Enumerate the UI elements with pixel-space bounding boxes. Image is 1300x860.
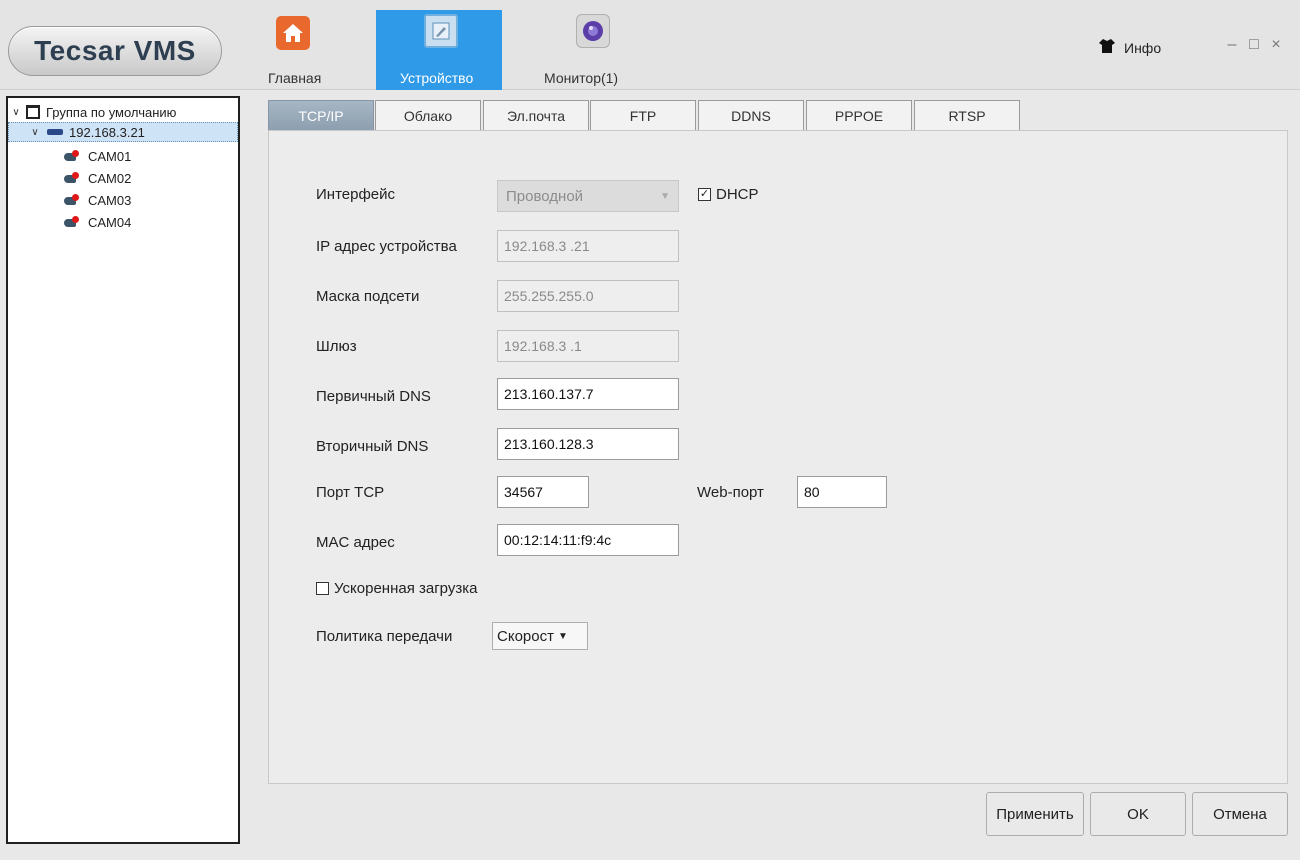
- interface-label: Интерфейс: [316, 186, 396, 203]
- tree-camera-label: CAM02: [88, 170, 132, 186]
- nav-tab-device-label: Устройство: [400, 70, 474, 86]
- tab-pppoe[interactable]: PPPOE: [806, 100, 912, 130]
- home-icon: [276, 16, 310, 50]
- window-controls: – □ ×: [1224, 36, 1284, 54]
- shirt-icon: [1098, 38, 1116, 57]
- chevron-down-icon[interactable]: ∨: [29, 127, 41, 138]
- minimize-icon[interactable]: –: [1224, 36, 1240, 54]
- tree-group-label: Группа по умолчанию: [46, 104, 177, 120]
- mac-address-label: MAC адрес: [316, 534, 395, 551]
- nav-tab-device[interactable]: Устройство: [376, 10, 502, 90]
- caret-down-icon: ▼: [557, 630, 568, 642]
- dhcp-label: DHCP: [716, 186, 759, 203]
- app-logo: Tecsar VMS: [8, 26, 222, 76]
- tab-ddns[interactable]: DDNS: [698, 100, 804, 130]
- chevron-down-icon[interactable]: ∨: [10, 107, 22, 118]
- ip-address-label: IP адрес устройства: [316, 238, 457, 255]
- close-icon[interactable]: ×: [1268, 36, 1284, 54]
- web-port-label: Web-порт: [697, 484, 764, 501]
- chevron-down-icon: ▼: [660, 190, 670, 202]
- tree-camera-label: CAM03: [88, 192, 132, 208]
- interface-select: Проводной ▼: [497, 180, 679, 212]
- tab-email[interactable]: Эл.почта: [483, 100, 589, 130]
- primary-dns-field[interactable]: 213.160.137.7: [497, 378, 679, 410]
- gateway-label: Шлюз: [316, 338, 357, 355]
- ok-button[interactable]: OK: [1090, 792, 1186, 836]
- camera-offline-icon: [64, 194, 82, 206]
- ip-address-field: 192.168.3 .21: [497, 230, 679, 262]
- tree-group-item[interactable]: ∨ Группа по умолчанию: [10, 102, 176, 122]
- fast-load-checkbox[interactable]: Ускоренная загрузка: [316, 580, 477, 597]
- nav-tab-home[interactable]: Главная: [262, 10, 342, 90]
- tcp-port-field[interactable]: 34567: [497, 476, 589, 508]
- mac-address-field[interactable]: 00:12:14:11:f9:4c: [497, 524, 679, 556]
- cancel-button[interactable]: Отмена: [1192, 792, 1288, 836]
- nav-tab-monitor[interactable]: Монитор(1): [536, 10, 656, 90]
- interface-value: Проводной: [506, 187, 584, 205]
- tcp-port-label: Порт TCP: [316, 484, 385, 501]
- device-tree: ∨ Группа по умолчанию ∨ 192.168.3.21 CAM…: [6, 96, 240, 844]
- monitor-camera-icon: [576, 14, 610, 48]
- title-bar: Tecsar VMS Главная Устройство Монитор(1)…: [0, 0, 1300, 90]
- info-label: Инфо: [1124, 39, 1162, 56]
- web-port-field[interactable]: 80: [797, 476, 887, 508]
- camera-offline-icon: [64, 216, 82, 228]
- transfer-policy-label: Политика передачи: [316, 628, 453, 645]
- subnet-mask-field: 255.255.255.0: [497, 280, 679, 312]
- secondary-dns-field[interactable]: 213.160.128.3: [497, 428, 679, 460]
- nav-tab-monitor-label: Монитор(1): [544, 70, 619, 86]
- fast-load-label: Ускоренная загрузка: [334, 580, 478, 597]
- network-device-icon: [47, 129, 63, 135]
- apply-button[interactable]: Применить: [986, 792, 1084, 836]
- tree-camera-label: CAM01: [88, 148, 132, 164]
- camera-offline-icon: [64, 150, 82, 162]
- tree-camera-item[interactable]: CAM04: [64, 212, 131, 232]
- tree-device-label: 192.168.3.21: [69, 124, 145, 140]
- tab-ftp[interactable]: FTP: [590, 100, 696, 130]
- checkbox-unchecked-icon: [316, 582, 329, 595]
- group-icon: [26, 105, 40, 119]
- camera-offline-icon: [64, 172, 82, 184]
- checkbox-checked-icon: ✓: [698, 188, 711, 201]
- tree-device-item[interactable]: ∨ 192.168.3.21: [8, 122, 238, 142]
- tab-tcpip[interactable]: TCP/IP: [268, 100, 374, 130]
- maximize-icon[interactable]: □: [1246, 36, 1262, 54]
- dhcp-checkbox[interactable]: ✓ DHCP: [698, 186, 759, 203]
- subnet-mask-label: Маска подсети: [316, 288, 420, 305]
- tree-camera-item[interactable]: CAM03: [64, 190, 131, 210]
- transfer-policy-value: Скорост: [497, 627, 554, 645]
- info-button[interactable]: Инфо: [1098, 38, 1161, 57]
- gateway-field: 192.168.3 .1: [497, 330, 679, 362]
- tab-cloud[interactable]: Облако: [375, 100, 481, 130]
- tree-camera-item[interactable]: CAM01: [64, 146, 131, 166]
- secondary-dns-label: Вторичный DNS: [316, 438, 429, 455]
- tcpip-settings-panel: [268, 130, 1288, 784]
- tab-rtsp[interactable]: RTSP: [914, 100, 1020, 130]
- primary-dns-label: Первичный DNS: [316, 388, 431, 405]
- tree-camera-label: CAM04: [88, 214, 132, 230]
- transfer-policy-select[interactable]: Скорост ▼: [492, 622, 588, 650]
- tree-camera-item[interactable]: CAM02: [64, 168, 131, 188]
- device-settings-icon: [424, 14, 458, 48]
- nav-tab-home-label: Главная: [268, 70, 322, 86]
